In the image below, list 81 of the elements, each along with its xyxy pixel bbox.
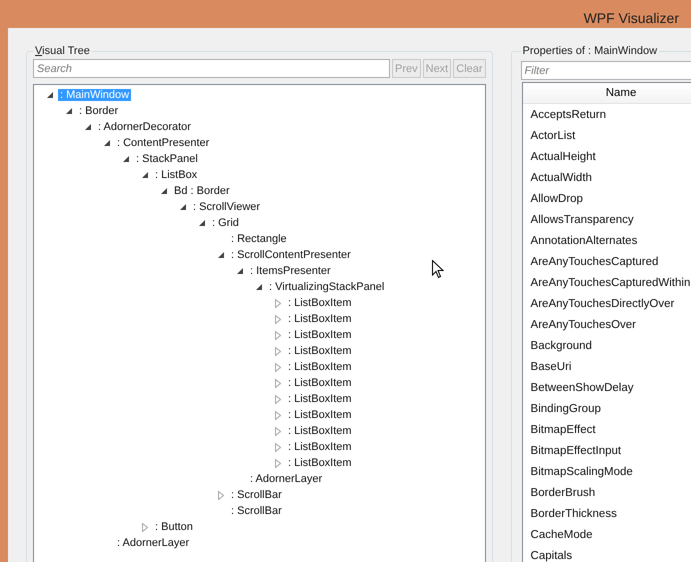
mouse-pointer-icon <box>432 260 444 279</box>
property-name[interactable]: AnnotationAlternates <box>530 234 638 246</box>
expanded-arrow-icon[interactable] <box>46 92 54 98</box>
property-name[interactable]: BitmapScalingMode <box>530 466 633 478</box>
tree-node[interactable]: : ListBoxItem <box>286 313 354 325</box>
expanded-arrow-icon[interactable] <box>104 140 110 146</box>
collapsed-arrow-icon[interactable] <box>275 330 281 340</box>
tree-node[interactable]: : ListBoxItem <box>286 361 354 373</box>
search-field[interactable]: Search <box>33 59 390 78</box>
tree-node[interactable]: : Rectangle <box>229 233 289 245</box>
tree-node[interactable]: : ListBoxItem <box>286 425 354 437</box>
tree-node[interactable]: : ListBox <box>153 169 200 181</box>
property-name[interactable]: Background <box>530 340 592 352</box>
tree-node[interactable]: : ListBoxItem <box>286 409 354 421</box>
filter-field[interactable]: Filter <box>520 61 691 80</box>
property-name[interactable]: ActualWidth <box>530 172 592 184</box>
property-name[interactable]: BorderBrush <box>530 486 596 498</box>
property-name[interactable]: AllowDrop <box>530 192 583 204</box>
tree-node[interactable]: : Button <box>153 521 195 533</box>
property-name[interactable]: AreAnyTouchesOver <box>530 318 636 330</box>
property-name[interactable]: BitmapEffect <box>530 424 596 436</box>
collapsed-arrow-icon[interactable] <box>275 426 281 436</box>
property-name[interactable]: BorderThickness <box>530 508 617 520</box>
expanded-arrow-icon[interactable] <box>66 108 72 114</box>
property-name[interactable]: BaseUri <box>530 360 572 372</box>
collapsed-arrow-icon[interactable] <box>275 298 281 308</box>
tree-node[interactable]: : AdornerLayer <box>248 473 324 485</box>
property-name[interactable]: ActualHeight <box>530 150 596 162</box>
tree-node[interactable]: : ListBoxItem <box>286 393 354 405</box>
expanded-arrow-icon[interactable] <box>84 124 92 130</box>
collapsed-arrow-icon[interactable] <box>275 442 281 452</box>
expanded-arrow-icon[interactable] <box>122 156 130 162</box>
collapsed-arrow-icon[interactable] <box>142 522 148 532</box>
expanded-arrow-icon[interactable] <box>218 252 224 258</box>
expanded-arrow-icon[interactable] <box>142 172 148 178</box>
tree-node[interactable]: : ScrollContentPresenter <box>229 249 353 261</box>
tree-node[interactable]: : ListBoxItem <box>286 297 354 309</box>
expanded-arrow-icon[interactable] <box>180 204 186 210</box>
collapsed-arrow-icon[interactable] <box>275 314 281 324</box>
collapsed-arrow-icon[interactable] <box>275 394 281 404</box>
tree-node[interactable]: : ListBoxItem <box>286 457 354 469</box>
expanded-arrow-icon[interactable] <box>198 220 206 226</box>
property-name[interactable]: BitmapEffectInput <box>530 444 622 456</box>
tree-node[interactable]: : ScrollBar <box>229 505 284 517</box>
tree-node[interactable]: : ListBoxItem <box>286 345 354 357</box>
collapsed-arrow-icon[interactable] <box>275 458 281 468</box>
property-name[interactable]: Capitals <box>530 550 572 562</box>
expanded-arrow-icon[interactable] <box>160 188 168 194</box>
expanded-arrow-icon[interactable] <box>256 284 262 290</box>
tree-node[interactable]: : AdornerLayer <box>115 537 192 549</box>
expanded-arrow-icon[interactable] <box>236 268 244 274</box>
property-name[interactable]: BetweenShowDelay <box>530 382 634 394</box>
tree-node[interactable]: : ScrollBar <box>229 489 284 501</box>
collapsed-arrow-icon[interactable] <box>275 362 281 372</box>
property-name[interactable]: CacheMode <box>530 528 593 540</box>
collapsed-arrow-icon[interactable] <box>218 490 224 500</box>
window-title: WPF Visualizer <box>584 10 679 26</box>
property-name[interactable]: ActorList <box>530 130 576 142</box>
group-title: Properties of : MainWindow <box>522 45 658 57</box>
tree-node[interactable]: : StackPanel <box>134 153 200 165</box>
tree-node[interactable]: : ListBoxItem <box>286 377 354 389</box>
group-title: Visual Tree <box>34 45 91 57</box>
tree-node[interactable]: : Border <box>77 105 120 117</box>
tree-node[interactable]: Bd : Border <box>172 185 232 197</box>
property-name[interactable]: AreAnyTouchesDirectlyOver <box>530 298 674 310</box>
tree-node[interactable]: : ItemsPresenter <box>248 265 333 277</box>
property-name[interactable]: AreAnyTouchesCapturedWithin <box>530 276 690 288</box>
property-name[interactable]: AreAnyTouchesCaptured <box>530 256 658 268</box>
tree-node[interactable]: : ScrollViewer <box>191 201 262 213</box>
property-name[interactable]: AcceptsReturn <box>530 108 606 120</box>
property-name[interactable]: AllowsTransparency <box>530 214 634 226</box>
tree-node[interactable]: : AdornerDecorator <box>96 121 193 133</box>
tree-node[interactable]: : ContentPresenter <box>115 137 212 149</box>
collapsed-arrow-icon[interactable] <box>275 410 281 420</box>
tree-node[interactable]: : VirtualizingStackPanel <box>267 281 386 293</box>
tree-node[interactable]: : Grid <box>210 217 241 229</box>
tree-node[interactable]: : ListBoxItem <box>286 441 354 453</box>
property-name[interactable]: BindingGroup <box>530 402 601 414</box>
collapsed-arrow-icon[interactable] <box>275 378 281 388</box>
collapsed-arrow-icon[interactable] <box>275 346 281 356</box>
tree-node[interactable]: : ListBoxItem <box>286 329 354 341</box>
